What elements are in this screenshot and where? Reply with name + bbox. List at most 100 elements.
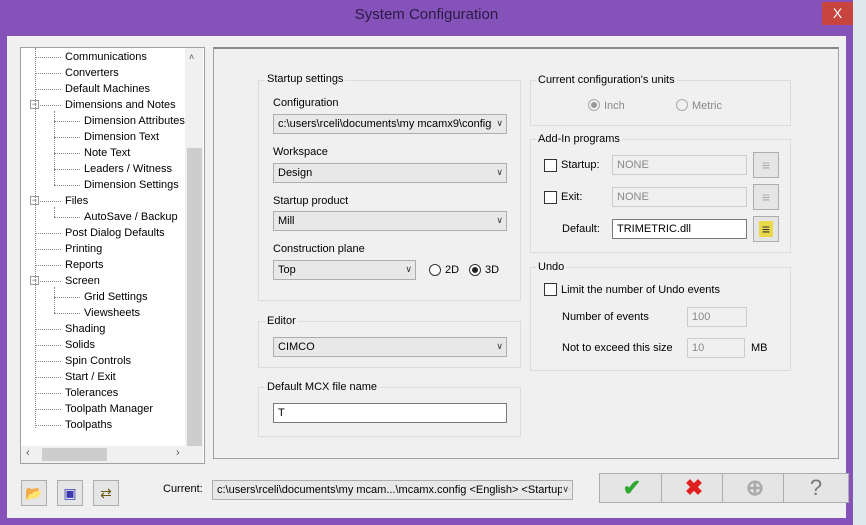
size-unit: MB [751,342,768,354]
undo-title: Undo [536,261,567,273]
limit-undo-label: Limit the number of Undo events [561,284,720,296]
tree-item[interactable]: Printing [65,243,102,255]
tree-item[interactable]: Reports [65,259,104,271]
cancel-button[interactable]: ✖ [661,473,727,503]
scroll-left-icon[interactable]: ‹ [26,447,30,459]
default-addin-label: Default: [562,223,600,235]
save-config-button[interactable]: ▣ [57,480,83,506]
radio-metric[interactable] [676,99,688,111]
tree-connector [54,169,80,170]
question-icon: ? [809,475,823,500]
events-input[interactable]: 100 [687,307,747,327]
tree-connector [54,153,80,154]
default-browse-button[interactable]: ≡ [753,216,779,242]
apply-button[interactable]: ⊕ [722,473,788,503]
scroll-up-icon[interactable]: ˄ [189,52,194,62]
tree-item[interactable]: Toolpath Manager [65,403,153,415]
chevron-down-icon: ∨ [496,341,503,351]
tree-item[interactable]: Dimension Text [84,131,159,143]
tree-item[interactable]: Solids [65,339,95,351]
limit-undo-checkbox[interactable] [544,283,557,296]
tree-connector [35,48,36,428]
tree-item[interactable]: Dimension Attributes [84,115,185,127]
folder-merge-icon: ⇄ [100,485,112,501]
tree-item[interactable]: Dimension Settings [84,179,179,191]
tree-item[interactable]: Dimensions and Notes [65,99,176,111]
current-config-value: c:\users\rceli\documents\my mcam...\mcam… [217,484,570,496]
tree-connector [54,287,55,313]
tree-connector [54,185,80,186]
tree-connector [35,233,61,234]
tree-item[interactable]: Post Dialog Defaults [65,227,165,239]
tree-connector [35,249,61,250]
editor-select[interactable]: CIMCO ∨ [273,337,507,357]
configuration-select[interactable]: c:\users\rceli\documents\my mcamx9\confi… [273,114,507,134]
startup-addin-label: Startup: [561,159,600,171]
tree-connector [54,207,55,217]
tree-item[interactable]: Files [65,195,88,207]
tree-item[interactable]: Note Text [84,147,130,159]
tree-connector [54,137,80,138]
mcx-filename-input[interactable]: T [273,403,507,423]
exit-addin-input[interactable]: NONE [612,187,747,207]
exit-checkbox[interactable] [544,191,557,204]
startup-addin-input[interactable]: NONE [612,155,747,175]
startup-settings-title: Startup settings [265,73,346,85]
tree-item[interactable]: Start / Exit [65,371,116,383]
tree-item[interactable]: Shading [65,323,105,335]
tree-connector [35,425,61,426]
construction-plane-select[interactable]: Top ∨ [273,260,416,280]
tree-item[interactable]: AutoSave / Backup [84,211,178,223]
open-config-button[interactable]: 📂 [21,480,47,506]
tree-item[interactable]: Default Machines [65,83,150,95]
startup-checkbox[interactable] [544,159,557,172]
tree-item[interactable]: Screen [65,275,100,287]
addin-title: Add-In programs [536,133,622,145]
radio-3d-label: 3D [485,264,500,276]
workspace-select[interactable]: Design ∨ [273,163,507,183]
current-config-select[interactable]: c:\users\rceli\documents\my mcam...\mcam… [212,480,573,500]
tree-connector [54,111,55,185]
size-input[interactable]: 10 [687,338,745,358]
radio-inch-label: Inch [604,100,625,112]
radio-3d[interactable] [469,264,481,276]
construction-plane-value: Top [278,264,296,276]
startup-product-value: Mill [278,215,295,227]
events-label: Number of events [562,311,649,323]
tree-scroll-thumb[interactable] [187,148,202,446]
tree-item[interactable]: Tolerances [65,387,118,399]
configuration-value: c:\users\rceli\documents\my mcamx9\confi… [278,118,492,130]
exit-browse-button[interactable]: ≡ [753,184,779,210]
tree-item[interactable]: Spin Controls [65,355,131,367]
tree-connector [54,313,80,314]
chevron-down-icon: ∨ [496,118,503,128]
current-label: Current: [163,483,203,495]
close-button[interactable]: X [822,2,853,25]
tree-item[interactable]: Converters [65,67,119,79]
construction-plane-label: Construction plane [273,243,365,255]
startup-product-select[interactable]: Mill ∨ [273,211,507,231]
radio-2d[interactable] [429,264,441,276]
file-cabinet-icon: ≡ [761,157,771,173]
tree-item[interactable]: Grid Settings [84,291,148,303]
ok-button[interactable]: ✔ [599,473,665,503]
scroll-right-icon[interactable]: › [176,447,180,459]
editor-title: Editor [265,315,298,327]
default-addin-input[interactable]: TRIMETRIC.dll [612,219,747,239]
startup-browse-button[interactable]: ≡ [753,152,779,178]
file-cabinet-icon: ≡ [758,221,774,237]
editor-value: CIMCO [278,341,315,353]
startup-product-label: Startup product [273,195,349,207]
radio-metric-label: Metric [692,100,722,112]
tree-connector [35,409,61,410]
tree-item[interactable]: Leaders / Witness [84,163,172,175]
tree-item[interactable]: Viewsheets [84,307,140,319]
tree-item[interactable]: Toolpaths [65,419,112,431]
tree-hscroll-thumb[interactable] [42,448,107,461]
tree-connector [35,89,61,90]
merge-config-button[interactable]: ⇄ [93,480,119,506]
tree-item[interactable]: Communications [65,51,147,63]
radio-inch[interactable] [588,99,600,111]
help-button[interactable]: ? [783,473,849,503]
units-group [530,80,791,126]
